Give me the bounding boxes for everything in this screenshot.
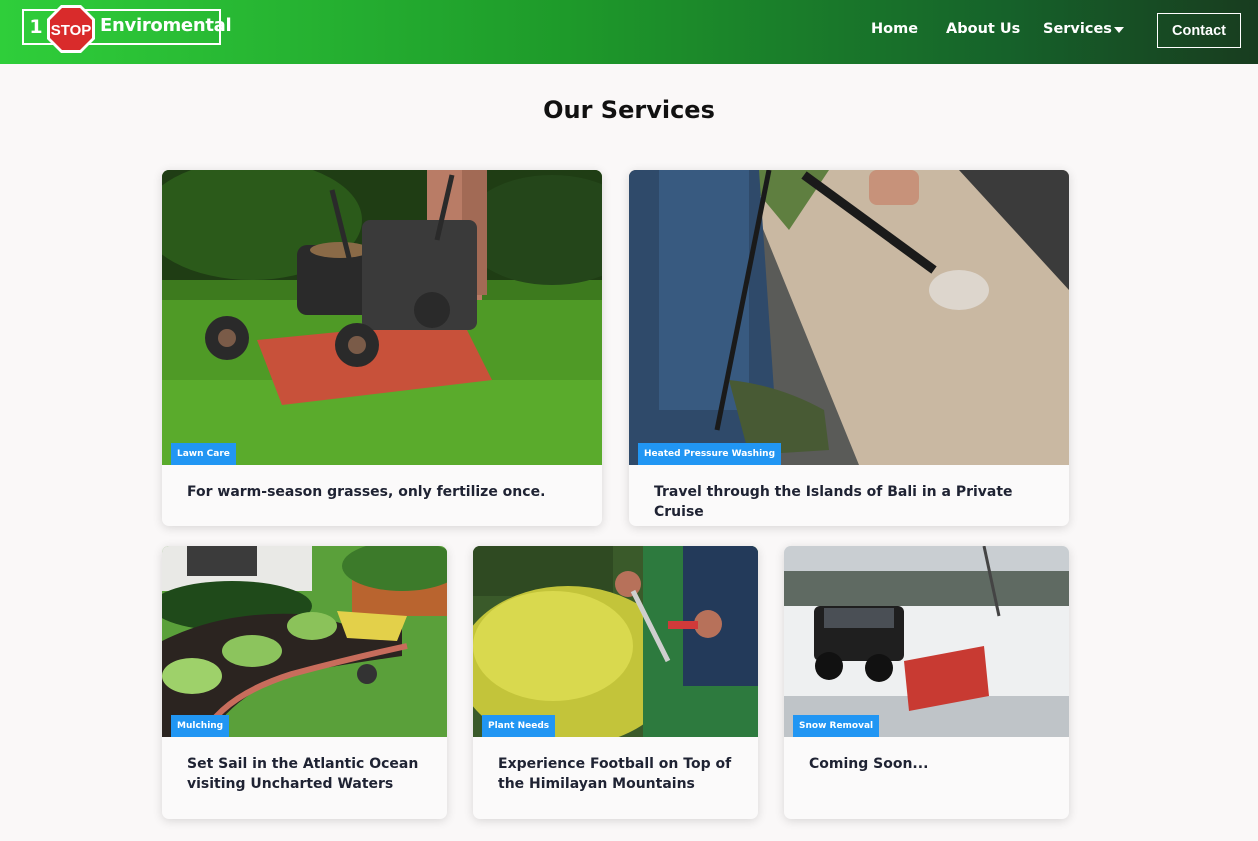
mulching-image xyxy=(162,546,447,737)
category-tag[interactable]: Lawn Care xyxy=(171,443,236,465)
service-card-lawn-care[interactable]: Lawn Care For warm-season grasses, only … xyxy=(162,170,602,526)
card-description: For warm-season grasses, only fertilize … xyxy=(187,484,546,500)
pressure-washing-image xyxy=(629,170,1069,465)
service-card-plant-needs[interactable]: Plant Needs Experience Football on Top o… xyxy=(473,546,758,819)
page-title: Our Services xyxy=(543,96,715,124)
category-tag[interactable]: Heated Pressure Washing xyxy=(638,443,782,465)
nav-about-us[interactable]: About Us xyxy=(946,21,1020,37)
service-card-snow-removal[interactable]: Snow Removal Coming Soon... xyxy=(784,546,1069,819)
contact-button[interactable]: Contact xyxy=(1157,13,1241,48)
card-description: Set Sail in the Atlantic Ocean visiting … xyxy=(187,756,419,792)
service-card-pressure-washing[interactable]: Heated Pressure Washing Travel through t… xyxy=(629,170,1069,526)
card-description: Coming Soon... xyxy=(809,756,929,772)
category-tag[interactable]: Snow Removal xyxy=(793,715,880,737)
nav-home[interactable]: Home xyxy=(871,21,918,37)
logo-stop-text: STOP xyxy=(51,22,92,39)
category-tag[interactable]: Mulching xyxy=(171,715,230,737)
top-navbar: 1 STOP Enviromental Home About Us Servic… xyxy=(0,0,1258,64)
logo-name: Enviromental xyxy=(100,15,232,36)
nav-services-label: Services xyxy=(1043,21,1112,37)
brand-logo[interactable]: 1 STOP Enviromental xyxy=(22,5,232,53)
logo-number: 1 xyxy=(29,16,43,38)
card-description: Experience Football on Top of the Himila… xyxy=(498,756,732,792)
category-tag[interactable]: Plant Needs xyxy=(482,715,556,737)
card-description: Travel through the Islands of Bali in a … xyxy=(654,484,1013,520)
lawn-mower-image xyxy=(162,170,602,465)
stop-sign-icon: STOP xyxy=(47,5,95,53)
snow-plow-image xyxy=(784,546,1069,737)
nav-services[interactable]: Services xyxy=(1043,21,1124,37)
plant-trimming-image xyxy=(473,546,758,737)
caret-down-icon xyxy=(1113,26,1124,33)
service-card-mulching[interactable]: Mulching Set Sail in the Atlantic Ocean … xyxy=(162,546,447,819)
